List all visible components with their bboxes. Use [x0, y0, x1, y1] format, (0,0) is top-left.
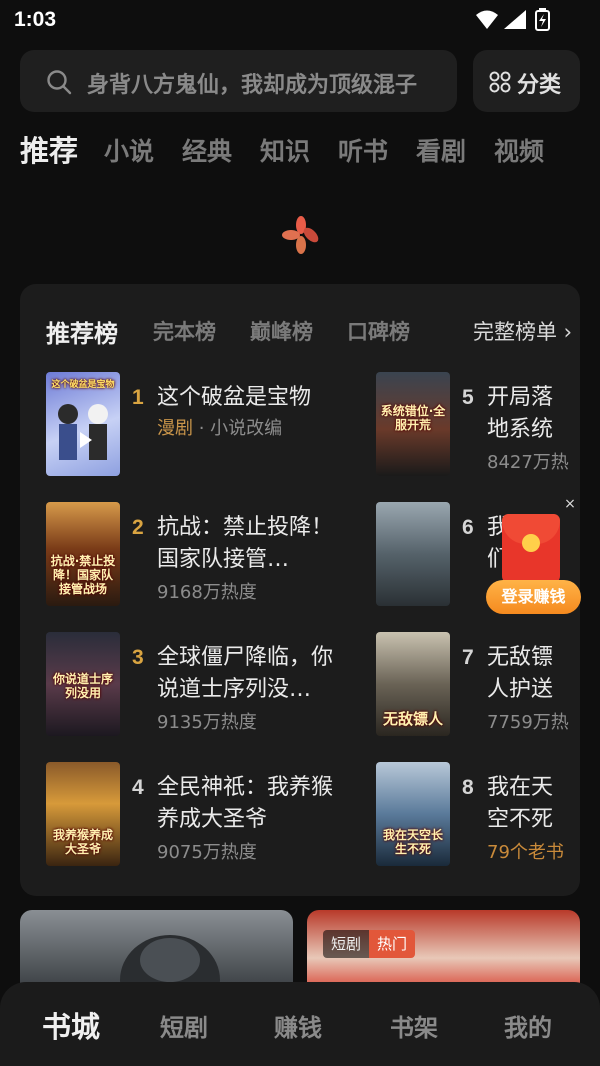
book-cover: 我养猴养成大圣爷	[46, 762, 120, 866]
book-cover	[376, 502, 450, 606]
grid-icon	[489, 71, 511, 93]
drama-card[interactable]: 短剧 热门	[307, 910, 580, 990]
rank-tab-completed[interactable]: 完本榜	[153, 316, 216, 346]
loading-icon	[282, 216, 319, 254]
book-heat: 9168万热度	[157, 582, 257, 603]
red-packet-icon	[502, 514, 560, 584]
tab-recommend[interactable]: 推荐	[20, 128, 78, 170]
book-item[interactable]: 抗战·禁止投降！国家队接管战场 2 抗战：禁止投降！国家队接管… 9168万热度	[46, 502, 356, 606]
book-title: 全民神祇：我养猴养成大圣爷	[157, 775, 334, 832]
earn-money-label[interactable]: 登录赚钱	[486, 580, 581, 614]
rank-tab-reputation[interactable]: 口碑榜	[347, 316, 410, 346]
bottom-nav: 书城 短剧 赚钱 书架 我的	[0, 982, 600, 1066]
drama-row: 短剧 热门	[20, 910, 580, 990]
rank-number: 6	[462, 516, 474, 539]
tab-novel[interactable]: 小说	[104, 132, 154, 168]
rank-number: 8	[462, 776, 474, 799]
nav-bookshelf[interactable]: 书架	[390, 1008, 438, 1043]
rank-number: 5	[462, 386, 474, 409]
tab-video[interactable]: 视频	[494, 132, 544, 168]
search-input[interactable]: 身背八方鬼仙，我却成为顶级混子	[20, 50, 457, 112]
book-item[interactable]: 你说道士序列没用 3 全球僵尸降临，你说道士序列没… 9135万热度	[46, 632, 356, 736]
book-heat: 7759万热	[487, 712, 569, 733]
earn-money-widget[interactable]: × 登录赚钱	[486, 496, 582, 616]
book-item[interactable]: 无敌镖人 7 无敌镖人护送灭世 7759万热	[376, 632, 580, 736]
rank-number: 3	[132, 646, 144, 669]
rank-number: 2	[132, 516, 144, 539]
rank-tabs: 推荐榜 完本榜 巅峰榜 口碑榜 完整榜单 ›	[46, 314, 580, 348]
tab-classic[interactable]: 经典	[182, 132, 232, 168]
book-cover: 你说道士序列没用	[46, 632, 120, 736]
book-title: 这个破盆是宝物	[157, 385, 312, 410]
book-cover: 无敌镖人	[376, 632, 450, 736]
rank-number: 1	[132, 386, 144, 409]
book-item[interactable]: 我在天空长生不死 8 我在天空不死 79个老书	[376, 762, 580, 866]
tab-drama[interactable]: 看剧	[416, 132, 466, 168]
rank-tab-peak[interactable]: 巅峰榜	[250, 316, 313, 346]
cover-art	[58, 404, 108, 460]
book-heat: 9135万热度	[157, 712, 257, 733]
book-cover: 系统错位·全服开荒	[376, 372, 450, 476]
book-title: 开局落地系统错位	[487, 385, 554, 442]
rank-number: 7	[462, 646, 474, 669]
nav-profile[interactable]: 我的	[504, 1008, 552, 1043]
close-icon[interactable]: ×	[562, 496, 578, 512]
nav-earn[interactable]: 赚钱	[274, 1008, 322, 1043]
drama-thumbnail	[120, 935, 220, 990]
book-heat: 9075万热度	[157, 842, 257, 863]
book-cover: 抗战·禁止投降！国家队接管战场	[46, 502, 120, 606]
search-icon	[47, 70, 72, 95]
nav-short-drama[interactable]: 短剧	[160, 1008, 208, 1043]
search-placeholder: 身背八方鬼仙，我却成为顶级混子	[87, 73, 418, 98]
rank-number: 4	[132, 776, 144, 799]
rank-tab-recommend[interactable]: 推荐榜	[46, 314, 118, 349]
book-title: 抗战：禁止投降！国家队接管…	[157, 515, 334, 572]
nav-bookstore[interactable]: 书城	[42, 1004, 100, 1046]
book-heat: 8427万热	[487, 452, 569, 473]
wifi-icon	[476, 10, 498, 29]
signal-icon	[504, 10, 526, 29]
tab-knowledge[interactable]: 知识	[260, 132, 310, 168]
battery-icon	[535, 8, 550, 31]
category-label: 分类	[517, 73, 562, 98]
status-bar: 1:03	[0, 0, 600, 40]
drama-card[interactable]	[20, 910, 293, 990]
book-cover: 我在天空长生不死	[376, 762, 450, 866]
tab-audiobook[interactable]: 听书	[338, 132, 388, 168]
book-tags: 漫剧 · 小说改编	[157, 418, 283, 439]
book-heat: 79个老书	[487, 842, 564, 863]
top-tabs: 推荐 小说 经典 知识 听书 看剧 视频	[20, 128, 600, 172]
category-button[interactable]: 分类	[473, 50, 580, 112]
book-title: 无敌镖人护送灭世	[487, 645, 554, 702]
book-cover: 这个破盆是宝物	[46, 372, 120, 476]
book-item[interactable]: 系统错位·全服开荒 5 开局落地系统错位 8427万热	[376, 372, 580, 476]
book-title: 我在天空不死	[487, 775, 554, 832]
search-row: 身背八方鬼仙，我却成为顶级混子 分类	[20, 50, 580, 112]
drama-tag: 短剧 热门	[323, 930, 416, 958]
book-title: 全球僵尸降临，你说道士序列没…	[157, 645, 334, 702]
status-time: 1:03	[14, 8, 57, 31]
status-icons	[476, 8, 550, 31]
full-list-link[interactable]: 完整榜单 ›	[473, 316, 572, 346]
book-item[interactable]: 这个破盆是宝物 1 这个破盆是宝物 漫剧 · 小说改编	[46, 372, 356, 476]
book-item[interactable]: 我养猴养成大圣爷 4 全民神祇：我养猴养成大圣爷 9075万热度	[46, 762, 356, 866]
